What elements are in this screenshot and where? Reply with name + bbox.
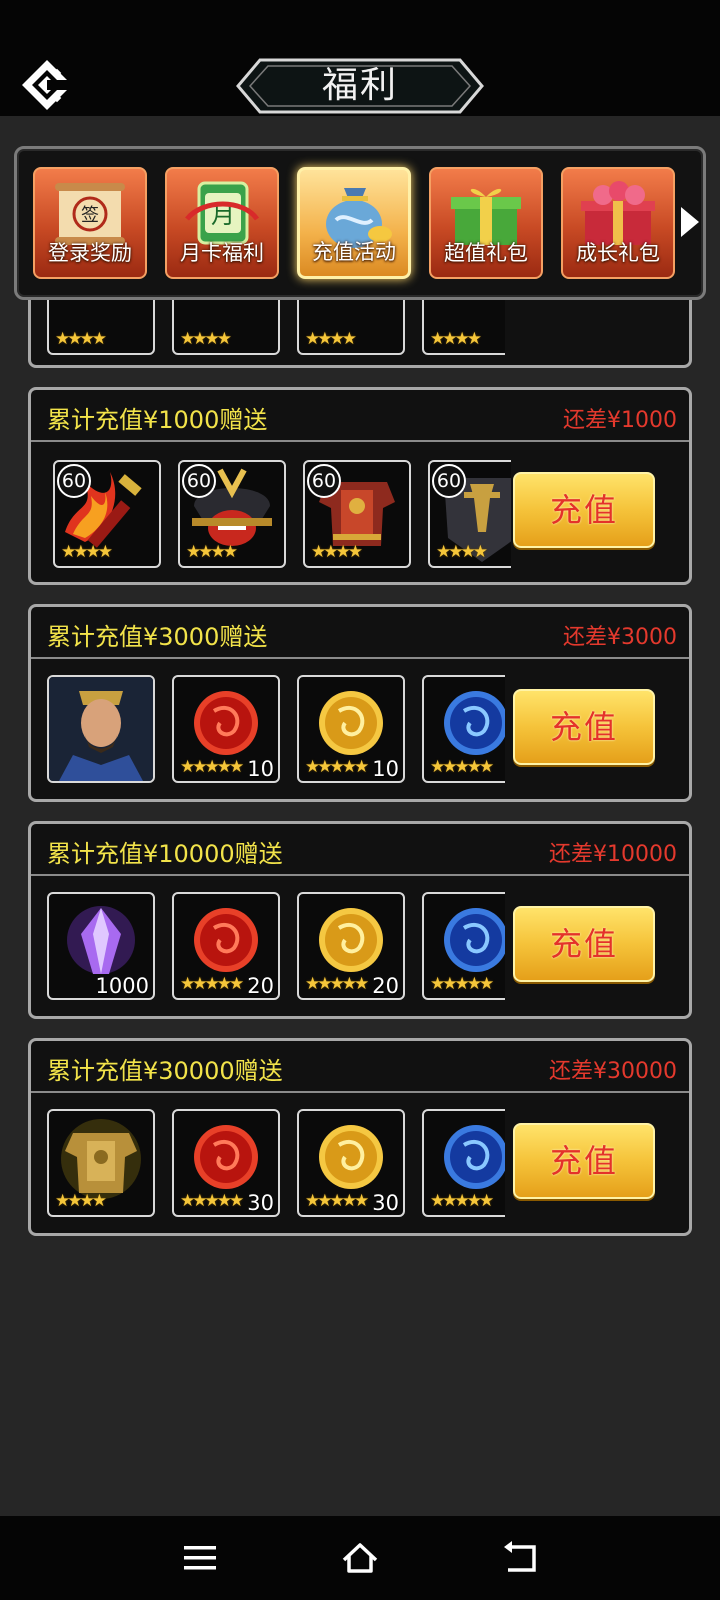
reward-items: 1000 ★★★★★ 20 ★★★★★ 20 ★★★★★ [47, 892, 505, 1004]
star-rating: ★★★★★ [430, 974, 494, 994]
star-rating: ★★★★ [311, 542, 363, 562]
menu-icon[interactable] [180, 1538, 220, 1578]
reward-items: 60 ★★★★ 60 ★★★★ 60 ★★★★ 60 ★★★★ [53, 460, 511, 572]
level-badge: 60 [182, 464, 216, 498]
star-rating: ★★★★ [430, 329, 482, 349]
card-header: 累计充值¥1000赠送 还差¥1000 [31, 390, 689, 442]
star-rating: ★★★★★ [180, 1191, 244, 1211]
remaining-amount: 还差¥1000 [563, 408, 677, 433]
reward-item[interactable]: ★★★★★ 30 [172, 1109, 280, 1217]
reward-item[interactable]: 60 ★★★★ [303, 460, 411, 568]
star-rating: ★★★★ [186, 542, 238, 562]
tab-label: 成长礼包 [576, 241, 660, 265]
reward-items: ★★★★★ 10 ★★★★★ 10 ★★★★★ [47, 675, 505, 787]
reward-item[interactable]: 60 ★★★★ [428, 460, 511, 568]
item-count: 10 [247, 757, 274, 781]
star-rating: ★★★★★ [305, 757, 369, 777]
reward-item[interactable]: 60 ★★★★ [53, 460, 161, 568]
star-rating: ★★★★ [55, 1191, 107, 1211]
card-header: 累计充值¥10000赠送 还差¥10000 [31, 824, 689, 876]
star-rating: ★★★★★ [305, 1191, 369, 1211]
back-icon[interactable] [20, 58, 74, 112]
reward-item[interactable]: ★★★★★ [422, 892, 505, 1000]
item-count: 20 [372, 974, 399, 998]
reward-item[interactable]: ★★★★★ [422, 1109, 505, 1217]
star-rating: ★★★★★ [180, 757, 244, 777]
level-badge: 60 [432, 464, 466, 498]
remaining-amount: 还差¥3000 [563, 625, 677, 650]
card-title: 累计充值¥1000赠送 [47, 406, 268, 434]
item-count: 30 [372, 1191, 399, 1215]
reward-item[interactable]: ★★★★ [47, 1109, 155, 1217]
chevron-right-icon[interactable] [679, 205, 701, 239]
tab-login-reward[interactable]: 签 登录奖励 [33, 167, 147, 279]
tab-value-pack[interactable]: 超值礼包 [429, 167, 543, 279]
level-badge: 60 [307, 464, 341, 498]
reward-card: 累计充值¥10000赠送 还差¥10000 1000 ★★★★★ 20 ★★★★… [28, 821, 692, 1019]
card-title: 累计充值¥10000赠送 [47, 840, 283, 868]
star-rating: ★★★★ [436, 542, 488, 562]
reward-item[interactable]: ★★★★★ 10 [172, 675, 280, 783]
home-icon[interactable] [340, 1538, 380, 1578]
general-portrait-icon [49, 677, 153, 781]
star-rating: ★★★★ [305, 329, 357, 349]
level-badge: 60 [57, 464, 91, 498]
reward-item[interactable] [47, 675, 155, 783]
card-title: 累计充值¥30000赠送 [47, 1057, 283, 1085]
star-rating: ★★★★★ [305, 974, 369, 994]
star-rating: ★★★★★ [180, 974, 244, 994]
tab-label: 充值活动 [312, 240, 396, 264]
item-count: 30 [247, 1191, 274, 1215]
star-rating: ★★★★ [55, 329, 107, 349]
reward-item[interactable]: ★★★★★ 20 [297, 892, 405, 1000]
tab-recharge-event[interactable]: 充值活动 [297, 167, 411, 279]
recharge-button[interactable]: 充值 [513, 689, 655, 765]
card-header: 累计充值¥3000赠送 还差¥3000 [31, 607, 689, 659]
tab-label: 月卡福利 [180, 241, 264, 265]
recharge-button[interactable]: 充值 [513, 1123, 655, 1199]
page-title: 福利 [321, 65, 398, 106]
reward-item[interactable]: 1000 [47, 892, 155, 1000]
item-count: 10 [372, 757, 399, 781]
system-nav-bar [0, 1516, 720, 1600]
tab-growth-pack[interactable]: 成长礼包 [561, 167, 675, 279]
header-bar: 福利 [0, 0, 720, 116]
reward-item[interactable]: ★★★★★ 10 [297, 675, 405, 783]
remaining-amount: 还差¥30000 [549, 1059, 677, 1084]
item-count: 1000 [95, 974, 149, 998]
recharge-button[interactable]: 充值 [513, 906, 655, 982]
reward-item[interactable]: ★★★★★ 20 [172, 892, 280, 1000]
reward-card: 累计充值¥3000赠送 还差¥3000 ★★★★★ 10 ★★★★★ 10 ★★… [28, 604, 692, 802]
reward-card: 累计充值¥30000赠送 还差¥30000 ★★★★ ★★★★★ 30 ★★★★… [28, 1038, 692, 1236]
remaining-amount: 还差¥10000 [549, 842, 677, 867]
tab-label: 超值礼包 [444, 241, 528, 265]
tab-label: 登录奖励 [48, 241, 132, 265]
reward-card: 累计充值¥1000赠送 还差¥1000 60 ★★★★ 60 ★★★★ 60 ★… [28, 387, 692, 585]
activity-tab-bar: 签 登录奖励 月 月卡福利 充值活动 超值礼包 成长礼包 [14, 146, 706, 300]
svg-text:签: 签 [81, 205, 99, 226]
star-rating: ★★★★★ [430, 1191, 494, 1211]
reward-item[interactable]: ★★★★★ [422, 675, 505, 783]
tab-month-card[interactable]: 月 月卡福利 [165, 167, 279, 279]
card-title: 累计充值¥3000赠送 [47, 623, 268, 651]
reward-item[interactable]: ★★★★★ 30 [297, 1109, 405, 1217]
activity-list[interactable]: ★★★★ ★★★★ ★★★★ ★★★★ 充值 累计充值¥1000赠送 还差¥10… [0, 116, 720, 1516]
star-rating: ★★★★ [180, 329, 232, 349]
reward-item[interactable]: 60 ★★★★ [178, 460, 286, 568]
item-count: 20 [247, 974, 274, 998]
card-header: 累计充值¥30000赠送 还差¥30000 [31, 1041, 689, 1093]
system-back-icon[interactable] [500, 1538, 540, 1578]
reward-items: ★★★★ ★★★★★ 30 ★★★★★ 30 ★★★★★ [47, 1109, 505, 1221]
star-rating: ★★★★ [61, 542, 113, 562]
star-rating: ★★★★★ [430, 757, 494, 777]
recharge-button[interactable]: 充值 [513, 472, 655, 548]
